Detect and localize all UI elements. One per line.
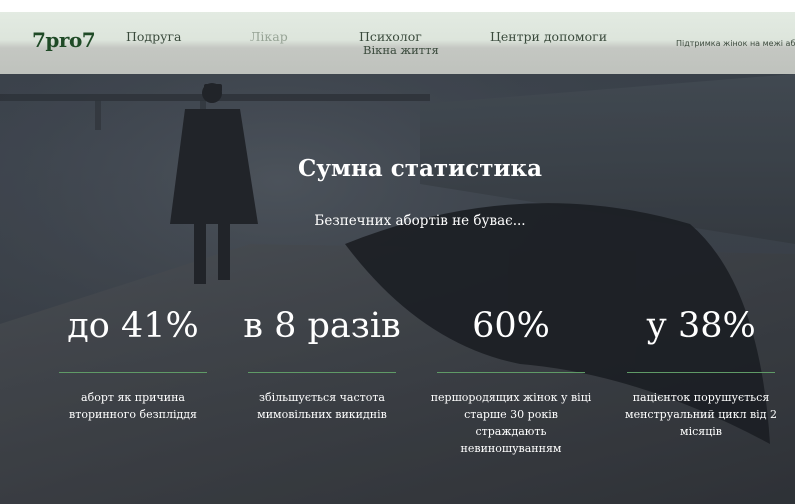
stat-value: до 41% — [67, 306, 199, 346]
stat-card: в 8 разів збільшується частота мимовільн… — [232, 304, 412, 423]
top-strip — [0, 0, 795, 12]
stat-description: збільшується частота мимовільних викидні… — [257, 391, 387, 421]
site-header: 7pro7 Подруга Лікар Психолог Вікна життя… — [0, 12, 795, 74]
stat-description: пацієнток порушується менструальний цикл… — [625, 391, 777, 438]
hero-title: Сумна статистика — [297, 155, 543, 182]
nav-item-tsentry-dopomohy[interactable]: Центри допомоги — [490, 29, 607, 44]
stat-divider — [627, 372, 775, 373]
stat-card: 60% першородящих жінок у віці старше 30 … — [421, 304, 601, 457]
nav-item-psykholoh[interactable]: Психолог — [359, 29, 422, 44]
hero-section: Сумна статистика Безпечних абортів не бу… — [0, 74, 795, 504]
stat-divider — [59, 372, 207, 373]
nav-item-likar[interactable]: Лікар — [250, 29, 288, 44]
nav-item-podruha[interactable]: Подруга — [126, 29, 181, 44]
site-logo[interactable]: 7pro7 — [32, 28, 96, 52]
stat-value: в 8 разів — [243, 306, 401, 346]
stat-value: у 38% — [646, 306, 756, 346]
hero-subtitle: Безпечних абортів не буває... — [314, 213, 526, 229]
stat-divider — [437, 372, 585, 373]
header-tagline: Підтримка жінок на межі аборт — [676, 39, 795, 48]
stat-value: 60% — [472, 306, 550, 346]
nav-item-vikna-zhyttia[interactable]: Вікна життя — [363, 43, 439, 57]
stat-card: у 38% пацієнток порушується менструальни… — [611, 304, 791, 440]
stat-description: першородящих жінок у віці старше 30 рокі… — [430, 391, 592, 455]
stat-card: до 41% аборт як причина вторинного безпл… — [43, 304, 223, 423]
stat-description: аборт як причина вторинного безпліддя — [69, 391, 197, 421]
stat-divider — [248, 372, 396, 373]
